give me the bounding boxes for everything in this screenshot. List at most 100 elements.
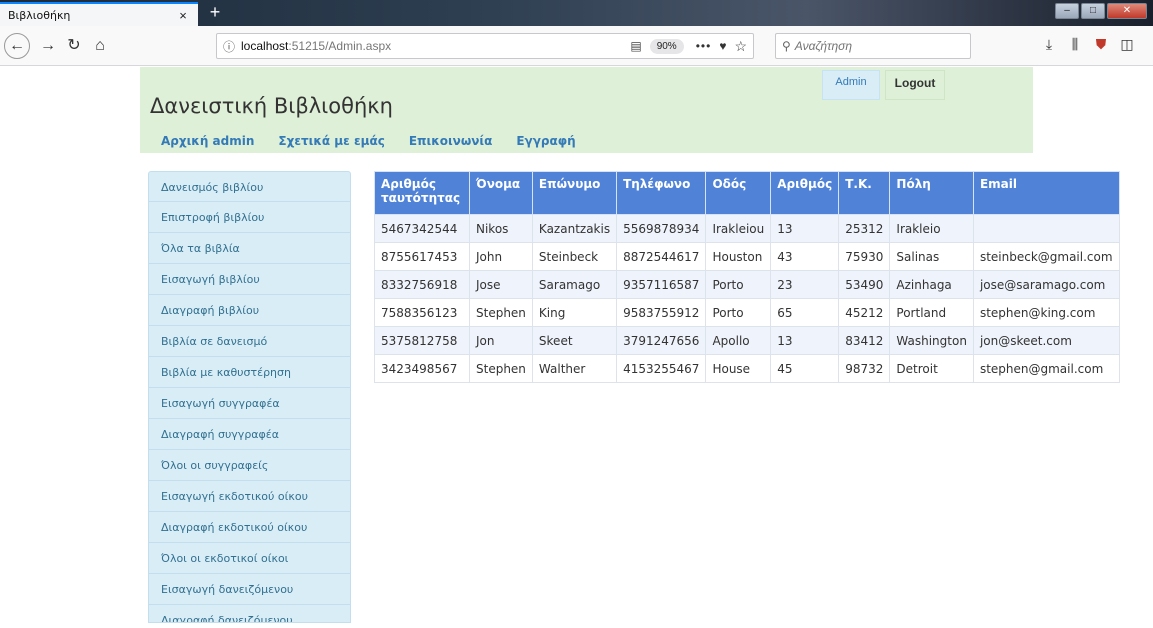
- sidebar-item-overdue-books[interactable]: Βιβλία με καθυστέρηση: [148, 357, 351, 388]
- address-bar[interactable]: ⓘ localhost:51215/Admin.aspx ▤ 90% ••• ♥…: [216, 33, 754, 59]
- cell-postcode: 45212: [838, 298, 891, 327]
- cell-postcode: 83412: [838, 326, 891, 355]
- table-row: 5375812758 Jon Skeet 3791247656 Apollo 1…: [374, 326, 1120, 355]
- col-header-first-name: Όνομα: [469, 171, 533, 215]
- table-body: 5467342544 Nikos Kazantzakis 5569878934 …: [374, 214, 1120, 383]
- nav-register[interactable]: Εγγραφή: [516, 134, 575, 148]
- downloads-icon[interactable]: ⤓: [1040, 36, 1058, 56]
- sidebar-item-lend-book[interactable]: Δανεισμός βιβλίου: [148, 171, 351, 202]
- url-host: localhost: [241, 39, 289, 53]
- site-title: Δανειστική Βιβλιοθήκη: [150, 94, 393, 118]
- sidebar-item-delete-publisher[interactable]: Διαγραφή εκδοτικού οίκου: [148, 512, 351, 543]
- minimize-icon[interactable]: –: [1055, 3, 1079, 19]
- nav-admin-home[interactable]: Αρχική admin: [161, 134, 254, 148]
- sidebar-item-lent-books[interactable]: Βιβλία σε δανεισμό: [148, 326, 351, 357]
- sidebar-item-insert-borrower[interactable]: Εισαγωγή δανειζόμενου: [148, 574, 351, 605]
- table-header-row: Αριθμός ταυτότητας Όνομα Επώνυμο Τηλέφων…: [374, 171, 1120, 215]
- cell-number: 23: [770, 270, 840, 299]
- extension-shield-icon[interactable]: ⛊: [1092, 36, 1110, 56]
- page-actions-icon[interactable]: •••: [696, 39, 712, 53]
- cell-last-name: Steinbeck: [531, 242, 618, 271]
- cell-last-name: King: [531, 298, 618, 327]
- sidebar-item-insert-author[interactable]: Εισαγωγή συγγραφέα: [148, 388, 351, 419]
- bookmark-star-icon[interactable]: ☆: [734, 38, 747, 55]
- reload-icon[interactable]: ↻: [62, 34, 86, 58]
- nav-contact[interactable]: Επικοινωνία: [409, 134, 493, 148]
- browser-tab-bar: Βιβλιοθήκη × + – □ ✕: [0, 0, 1153, 26]
- cell-first-name: John: [469, 242, 533, 271]
- cell-city: Detroit: [889, 354, 974, 383]
- library-icon[interactable]: ⫼: [1066, 36, 1084, 56]
- cell-postcode: 53490: [838, 270, 891, 299]
- browser-tab[interactable]: Βιβλιοθήκη ×: [0, 2, 198, 26]
- sidebar-item-insert-publisher[interactable]: Εισαγωγή εκδοτικού οίκου: [148, 481, 351, 512]
- sidebar-item-delete-book[interactable]: Διαγραφή βιβλίου: [148, 295, 351, 326]
- cell-postcode: 98732: [838, 354, 891, 383]
- sidebar-item-all-authors[interactable]: Όλοι οι συγγραφείς: [148, 450, 351, 481]
- window-controls: – □ ✕: [1055, 3, 1147, 19]
- table-row: 7588356123 Stephen King 9583755912 Porto…: [374, 298, 1120, 327]
- sidebar-item-all-books[interactable]: Όλα τα βιβλία: [148, 233, 351, 264]
- pocket-icon[interactable]: ♥: [719, 39, 726, 53]
- col-header-phone: Τηλέφωνο: [616, 171, 707, 215]
- cell-phone: 9583755912: [616, 298, 707, 327]
- top-nav: Αρχική admin Σχετικά με εμάς Επικοινωνία…: [161, 134, 576, 148]
- sidebar-item-insert-book[interactable]: Εισαγωγή βιβλίου: [148, 264, 351, 295]
- new-tab-icon[interactable]: +: [204, 2, 226, 24]
- cell-first-name: Jon: [469, 326, 533, 355]
- cell-number: 43: [770, 242, 840, 271]
- admin-label[interactable]: Admin: [822, 70, 880, 100]
- cell-phone: 5569878934: [616, 214, 707, 243]
- cell-last-name: Kazantzakis: [531, 214, 618, 243]
- cell-email: jon@skeet.com: [972, 326, 1120, 355]
- zoom-level-badge[interactable]: 90%: [649, 38, 684, 54]
- home-icon[interactable]: ⌂: [88, 34, 112, 58]
- window-close-icon[interactable]: ✕: [1107, 3, 1147, 19]
- cell-phone: 8872544617: [616, 242, 707, 271]
- cell-first-name: Stephen: [469, 354, 533, 383]
- cell-city: Irakleio: [889, 214, 974, 243]
- sidebar-item-delete-author[interactable]: Διαγραφή συγγραφέα: [148, 419, 351, 450]
- table-row: 3423498567 Stephen Walther 4153255467 Ho…: [374, 354, 1120, 383]
- cell-phone: 3791247656: [616, 326, 707, 355]
- cell-id: 8332756918: [374, 270, 470, 299]
- logout-button[interactable]: Logout: [885, 70, 945, 100]
- col-header-email: Email: [972, 171, 1120, 215]
- col-header-city: Πόλη: [889, 171, 974, 215]
- tab-close-icon[interactable]: ×: [176, 8, 190, 23]
- reader-view-icon[interactable]: ▤: [630, 39, 641, 53]
- cell-number: 65: [770, 298, 840, 327]
- table-row: 5467342544 Nikos Kazantzakis 5569878934 …: [374, 214, 1120, 243]
- forward-arrow-icon[interactable]: →: [36, 34, 60, 58]
- sidebar-item-delete-borrower[interactable]: Διαγραφή δανειζόμενου: [148, 605, 351, 623]
- tab-title: Βιβλιοθήκη: [8, 8, 71, 22]
- url-path: :51215/Admin.aspx: [288, 39, 392, 53]
- borrowers-table: Αριθμός ταυτότητας Όνομα Επώνυμο Τηλέφων…: [374, 171, 1120, 383]
- col-header-postcode: Τ.Κ.: [838, 171, 891, 215]
- cell-last-name: Skeet: [531, 326, 618, 355]
- cell-phone: 9357116587: [616, 270, 707, 299]
- sidebar-toggle-icon[interactable]: ◫: [1118, 36, 1136, 56]
- site-info-icon[interactable]: ⓘ: [223, 38, 235, 55]
- cell-id: 5375812758: [374, 326, 470, 355]
- cell-postcode: 25312: [838, 214, 891, 243]
- search-bar[interactable]: ⚲ Αναζήτηση: [775, 33, 971, 59]
- search-placeholder: Αναζήτηση: [794, 39, 853, 53]
- cell-last-name: Saramago: [531, 270, 618, 299]
- borrowers-table-container: Αριθμός ταυτότητας Όνομα Επώνυμο Τηλέφων…: [374, 171, 1120, 383]
- search-icon: ⚲: [782, 39, 791, 53]
- table-row: 8755617453 John Steinbeck 8872544617 Hou…: [374, 242, 1120, 271]
- cell-id: 8755617453: [374, 242, 470, 271]
- sidebar-item-return-book[interactable]: Επιστροφή βιβλίου: [148, 202, 351, 233]
- back-arrow-icon[interactable]: ←: [4, 33, 30, 59]
- cell-city: Portland: [889, 298, 974, 327]
- sidebar-item-all-publishers[interactable]: Όλοι οι εκδοτικοί οίκοι: [148, 543, 351, 574]
- nav-about[interactable]: Σχετικά με εμάς: [278, 134, 384, 148]
- cell-number: 45: [770, 354, 840, 383]
- col-header-last-name: Επώνυμο: [531, 171, 618, 215]
- cell-email: stephen@king.com: [972, 298, 1120, 327]
- url-text[interactable]: localhost:51215/Admin.aspx: [241, 39, 630, 53]
- table-row: 8332756918 Jose Saramago 9357116587 Port…: [374, 270, 1120, 299]
- maximize-icon[interactable]: □: [1081, 3, 1105, 19]
- cell-city: Azinhaga: [889, 270, 974, 299]
